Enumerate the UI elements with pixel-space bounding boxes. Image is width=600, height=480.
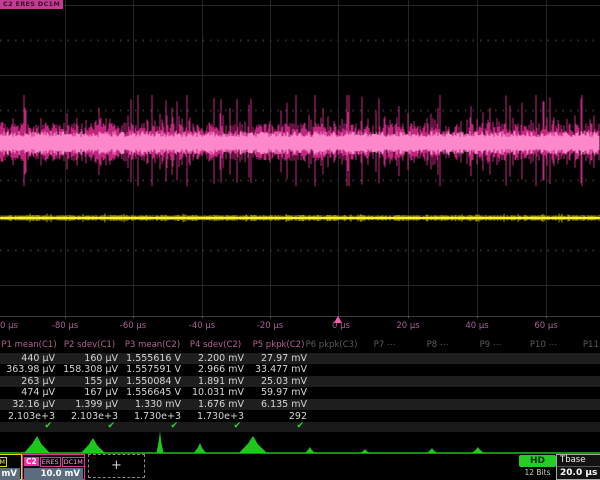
measurement-value: 1.330 mV [121,399,184,411]
c1-volts-per-div: 10.0 mV [0,468,20,480]
measurement-value: 1.556645 V [121,387,184,399]
measurement-value: 2.200 mV [184,353,247,365]
time-axis-label: -100 µs [0,321,18,331]
measurement-value: 1.557591 V [121,364,184,376]
param-column-header[interactable]: P9 ⋯ [464,339,517,351]
trace-annotation-badge: C2 ERES DC1M [0,0,63,9]
time-axis-label: 40 µs [465,321,488,331]
time-axis-label: -20 µs [257,321,283,331]
timebase-title: Tbase [557,455,600,467]
measurement-value: 6.135 mV [247,399,310,411]
measurement-value: 1.399 µV [58,399,121,411]
channel-c2-descriptor[interactable]: C2 ERES DC1M 10.0 mV [22,454,85,480]
measurement-value: 363.98 µV [0,364,58,376]
plus-icon: + [111,458,122,473]
time-axis-label: 0 µs [332,321,350,331]
time-axis-label: 60 µs [534,321,557,331]
measurement-value: 167 µV [58,387,121,399]
measurement-table: P1 mean(C1) 440 µV363.98 µV263 µV474 µV32… [0,338,600,432]
histogram-peak [24,436,50,453]
measurement-value: 263 µV [0,376,58,388]
hd-mode-badge[interactable]: HD [519,455,556,467]
c2-coupling-tag: DC1M [62,457,85,467]
measurement-value: 474 µV [0,387,58,399]
time-axis-label: -80 µs [52,321,78,331]
param-column-header[interactable]: P4 sdev(C2) [184,339,247,351]
channel-c1-descriptor[interactable]: C1 DC1M 10.0 mV [0,454,22,480]
c2-eres-tag: ERES [40,457,61,467]
time-axis-label: -60 µs [120,321,146,331]
param-column-header[interactable]: P5 pkpk(C2) [247,339,310,351]
time-axis: -100 µs -80 µs -60 µs -40 µs -20 µs 0 µs 20 µs… [0,316,600,338]
add-trace-button[interactable]: + [88,454,145,478]
measurement-value: 33.477 mV [247,364,310,376]
c2-noise-trace-core [0,131,599,155]
param-column-header[interactable]: P2 sdev(C1) [58,339,121,351]
c2-label: C2 [24,457,39,466]
measurement-value: 440 µV [0,353,58,365]
histogram-peak [81,438,105,453]
measurement-value: 155 µV [58,376,121,388]
param-column-header[interactable]: P8 ⋯ [411,339,464,351]
measurement-value: 25.03 mV [247,376,310,388]
measurement-value: 10.031 mV [184,387,247,399]
measurement-value: 1.550084 V [121,376,184,388]
param-column-header[interactable]: P1 mean(C1) [0,339,58,351]
param-column-header[interactable]: P6 pkpk(C3) [305,339,358,351]
measurement-value: 1.676 mV [184,399,247,411]
time-axis-label: -40 µs [189,321,215,331]
param-column-header[interactable]: P10 ⋯ [517,339,570,351]
hd-bits-label: 12 Bits [519,468,556,477]
histogram-peak [157,431,164,453]
descriptor-bar: C1 DC1M 10.0 mV C2 ERES DC1M 10.0 mV + H… [0,452,600,480]
c1-coupling-tag: DC1M [0,457,7,467]
histogram-peak [239,436,267,453]
graticule-and-traces [0,0,600,318]
param-column-header[interactable]: P3 mean(C2) [121,339,184,351]
measurement-value: 1.891 mV [184,376,247,388]
measurement-value: 27.97 mV [247,353,310,365]
measurement-value: 32.16 µV [0,399,58,411]
oscilloscope-screen: C2 ERES DC1M -100 µs -80 µs -60 µs -40 µs -2… [0,0,600,480]
timebase-value: 20.0 µs [557,467,600,479]
param-column-header[interactable]: P7 ⋯ [358,339,411,351]
measurement-value: 59.97 mV [247,387,310,399]
measurement-value: 158.308 µV [58,364,121,376]
measurement-value: 2.966 mV [184,364,247,376]
param-column-header[interactable]: P11 ⋯ [570,339,600,351]
c2-volts-per-div: 10.0 mV [24,468,83,480]
measurement-value: 1.555616 V [121,353,184,365]
timebase-descriptor[interactable]: Tbase 20.0 µs [556,454,600,480]
waveform-display[interactable]: C2 ERES DC1M [0,0,600,318]
time-axis-label: 20 µs [396,321,419,331]
measurement-value: 160 µV [58,353,121,365]
